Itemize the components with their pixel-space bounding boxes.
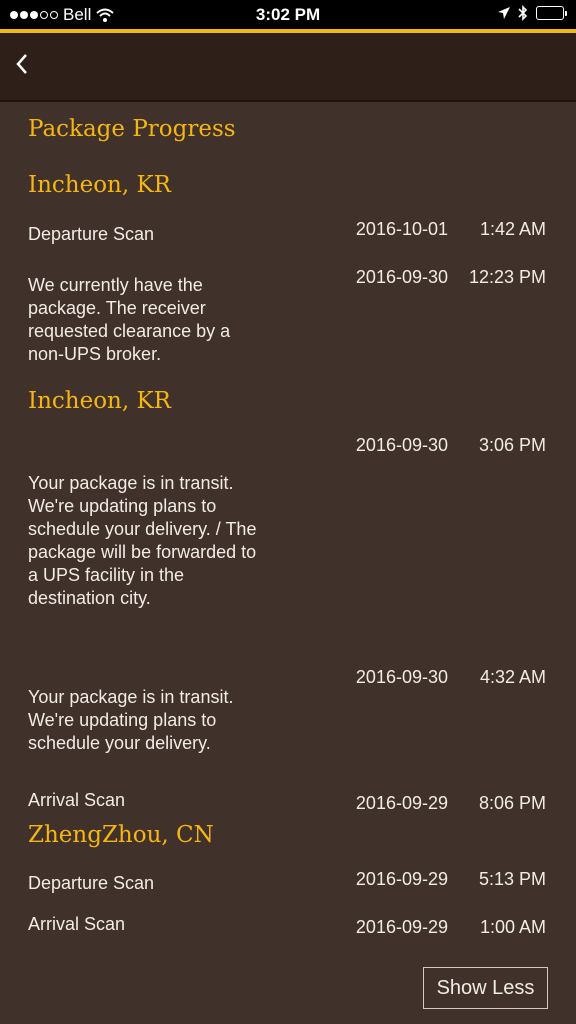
page-title: Package Progress: [28, 116, 236, 142]
event-time: 5:13 PM: [478, 869, 546, 889]
event-time: 1:42 AM: [479, 219, 546, 239]
event-date: 2016-09-29: [355, 793, 448, 813]
location-heading: Incheon, KR: [28, 388, 171, 414]
back-button[interactable]: [12, 49, 36, 79]
location-heading: Incheon, KR: [28, 172, 171, 198]
event-date: 2016-09-29: [355, 917, 448, 937]
status-bar: Bell 3:02 PM: [0, 0, 576, 30]
event-time: 1:00 AM: [479, 917, 546, 937]
event-activity: Your package is in transit. We're updati…: [28, 687, 234, 753]
event-time: 12:23 PM: [468, 267, 546, 287]
event-date: 2016-09-30: [355, 435, 448, 455]
location-arrow-icon: [498, 7, 510, 19]
navigation-bar: [0, 33, 576, 102]
event-time: 8:06 PM: [478, 793, 546, 813]
event-date: 2016-09-30: [355, 267, 448, 287]
event-date: 2016-09-29: [355, 869, 448, 889]
clock: 3:02 PM: [255, 5, 321, 24]
event-activity: We currently have the package. The recei…: [28, 275, 231, 364]
event-activity: Departure Scan: [28, 224, 155, 244]
event-activity: Arrival Scan: [28, 914, 126, 934]
event-date: 2016-09-30: [355, 667, 448, 687]
event-activity: Departure Scan: [28, 873, 155, 893]
event-time: 4:32 AM: [479, 667, 546, 687]
event-date: 2016-10-01: [355, 219, 448, 239]
bluetooth-icon: [518, 5, 528, 21]
event-activity: Your package is in transit. We're updati…: [28, 473, 257, 608]
event-time: 3:06 PM: [478, 435, 546, 455]
battery-icon: [536, 6, 567, 20]
chevron-left-icon: [16, 54, 27, 74]
show-less-button[interactable]: Show Less: [423, 967, 548, 1009]
location-heading: ZhengZhou, CN: [28, 822, 214, 848]
event-activity: Arrival Scan: [28, 790, 126, 810]
